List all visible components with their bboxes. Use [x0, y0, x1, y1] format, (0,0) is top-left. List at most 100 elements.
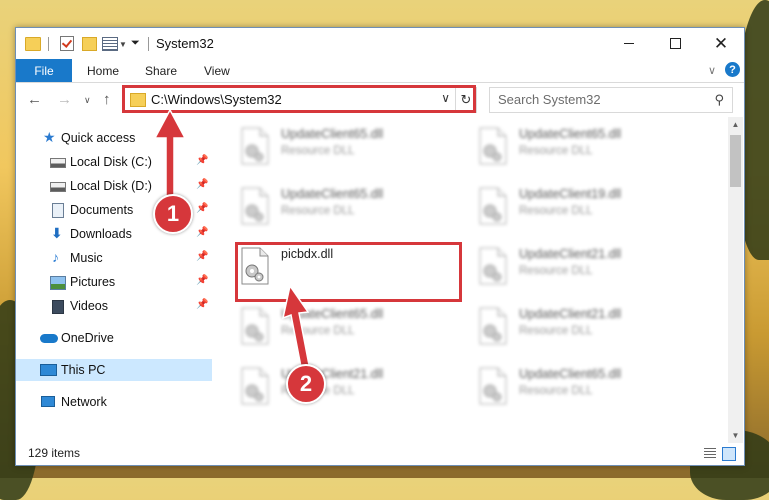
file-item[interactable]: UpdateClient65.dll Resource DLL — [235, 123, 455, 173]
pin-icon[interactable]: 📌 — [196, 251, 208, 262]
minimize-button[interactable] — [606, 28, 652, 59]
recent-locations-icon[interactable]: ∨ — [84, 95, 91, 106]
pin-icon[interactable]: 📌 — [196, 155, 208, 166]
file-type: Resource DLL — [281, 145, 355, 157]
disk-icon — [50, 158, 66, 168]
downloads-icon: ⬇ — [51, 225, 63, 241]
scroll-up-icon[interactable]: ▲ — [728, 117, 743, 132]
sidebar-item-videos[interactable]: Videos 📌 — [16, 295, 212, 317]
music-icon: ♪ — [52, 249, 59, 265]
scrollbar-thumb[interactable] — [730, 135, 741, 187]
file-type: Resource DLL — [281, 205, 355, 217]
properties-check-icon[interactable] — [60, 36, 74, 51]
tab-file[interactable]: File — [16, 59, 72, 82]
pin-icon[interactable]: 📌 — [196, 227, 208, 238]
file-type: Resource DLL — [519, 205, 593, 217]
file-name: UpdateClient65.dll — [281, 187, 384, 201]
vertical-scrollbar[interactable]: ▲ ▼ — [728, 117, 743, 443]
close-icon: ✕ — [713, 34, 729, 53]
address-bar-highlight — [122, 85, 476, 113]
sidebar-item-local-disk-c[interactable]: Local Disk (C:) 📌 — [16, 151, 212, 173]
file-item[interactable]: UpdateClient65.dll Resource DLL — [235, 303, 455, 353]
dll-file-icon — [479, 187, 507, 225]
file-item[interactable]: UpdateClient21.dll Resource DLL — [473, 243, 693, 293]
expand-ribbon-icon[interactable]: ∨ — [708, 64, 716, 77]
sidebar-item-local-disk-d[interactable]: Local Disk (D:) 📌 — [16, 175, 212, 197]
tab-home[interactable]: Home — [87, 59, 119, 82]
file-name: UpdateClient21.dll — [519, 307, 622, 321]
search-input[interactable]: Search System32 ⚲ — [489, 87, 733, 113]
step-2-badge: 2 — [286, 364, 326, 404]
help-icon[interactable]: ? — [725, 62, 740, 77]
file-item[interactable]: UpdateClient21.dll Resource DLL — [235, 363, 455, 413]
folder-icon — [25, 37, 41, 51]
file-item[interactable]: UpdateClient21.dll Resource DLL — [473, 303, 693, 353]
item-count: 129 items — [28, 446, 81, 460]
pictures-icon — [50, 276, 66, 290]
sidebar-item-label: This PC — [61, 363, 106, 377]
dll-file-icon — [479, 307, 507, 345]
new-folder-icon[interactable] — [82, 37, 97, 51]
file-name: UpdateClient65.dll — [519, 127, 622, 141]
disk-icon — [50, 182, 66, 192]
minimize-icon — [624, 43, 634, 44]
file-type: Resource DLL — [519, 145, 593, 157]
search-placeholder: Search System32 — [498, 92, 601, 107]
network-icon — [41, 396, 55, 407]
sidebar-item-label: Videos — [70, 299, 108, 313]
file-item[interactable]: UpdateClient65.dll Resource DLL — [473, 363, 693, 413]
file-type: Resource DLL — [519, 265, 593, 277]
dll-file-icon — [241, 307, 269, 345]
tab-share[interactable]: Share — [145, 59, 177, 82]
search-icon: ⚲ — [714, 92, 724, 107]
star-icon: ★ — [43, 129, 56, 145]
sidebar-item-label: OneDrive — [61, 331, 114, 345]
sidebar-item-music[interactable]: ♪ Music 📌 — [16, 247, 212, 269]
documents-icon — [52, 203, 64, 218]
onedrive-cloud-icon — [40, 334, 58, 343]
file-highlight — [235, 242, 462, 302]
file-item[interactable]: UpdateClient19.dll Resource DLL — [473, 183, 693, 233]
dll-file-icon — [479, 367, 507, 405]
pin-icon[interactable]: 📌 — [196, 275, 208, 286]
file-item[interactable]: UpdateClient65.dll Resource DLL — [473, 123, 693, 173]
maximize-button[interactable] — [652, 28, 698, 59]
file-name: UpdateClient19.dll — [519, 187, 622, 201]
chevron-down-icon[interactable]: ▼ — [119, 40, 127, 49]
step-1-badge: 1 — [153, 194, 193, 234]
tab-view[interactable]: View — [204, 59, 230, 82]
scroll-down-icon[interactable]: ▼ — [728, 428, 743, 443]
sidebar-item-label: Quick access — [61, 131, 136, 145]
sidebar-item-pictures[interactable]: Pictures 📌 — [16, 271, 212, 293]
status-bar: 129 items — [16, 443, 744, 465]
file-name: UpdateClient65.dll — [281, 307, 384, 321]
navigation-pane: ★ Quick access Local Disk (C:) 📌 Local D… — [16, 117, 212, 443]
window-title: System32 — [156, 36, 214, 51]
details-view-icon[interactable] — [704, 448, 716, 458]
sidebar-item-label: Local Disk (C:) — [70, 155, 152, 169]
sidebar-item-label: Local Disk (D:) — [70, 179, 152, 193]
back-arrow-icon[interactable]: ← — [27, 91, 42, 108]
sidebar-item-network[interactable]: Network — [16, 391, 212, 413]
close-button[interactable]: ✕ — [698, 28, 744, 59]
forward-arrow-icon[interactable]: → — [57, 91, 72, 108]
customize-toolbar-icon[interactable]: ⏷ — [131, 37, 140, 50]
file-name: UpdateClient21.dll — [519, 247, 622, 261]
file-item[interactable]: UpdateClient65.dll Resource DLL — [235, 183, 455, 233]
pin-icon[interactable]: 📌 — [196, 179, 208, 190]
large-icons-view-icon[interactable] — [722, 447, 736, 461]
pin-icon[interactable]: 📌 — [196, 203, 208, 214]
sidebar-item-this-pc[interactable]: This PC — [16, 359, 212, 381]
up-arrow-icon[interactable]: ↑ — [103, 91, 111, 108]
computer-icon — [40, 364, 57, 376]
separator — [48, 37, 49, 51]
dll-file-icon — [479, 247, 507, 285]
pin-icon[interactable]: 📌 — [196, 299, 208, 310]
sidebar-item-label: Documents — [70, 203, 134, 217]
sidebar-item-label: Pictures — [70, 275, 116, 289]
sidebar-item-quick-access[interactable]: ★ Quick access — [16, 127, 212, 149]
file-name: UpdateClient65.dll — [519, 367, 622, 381]
sidebar-item-onedrive[interactable]: OneDrive — [16, 327, 212, 349]
view-options-icon[interactable] — [102, 37, 118, 51]
dll-file-icon — [479, 127, 507, 165]
